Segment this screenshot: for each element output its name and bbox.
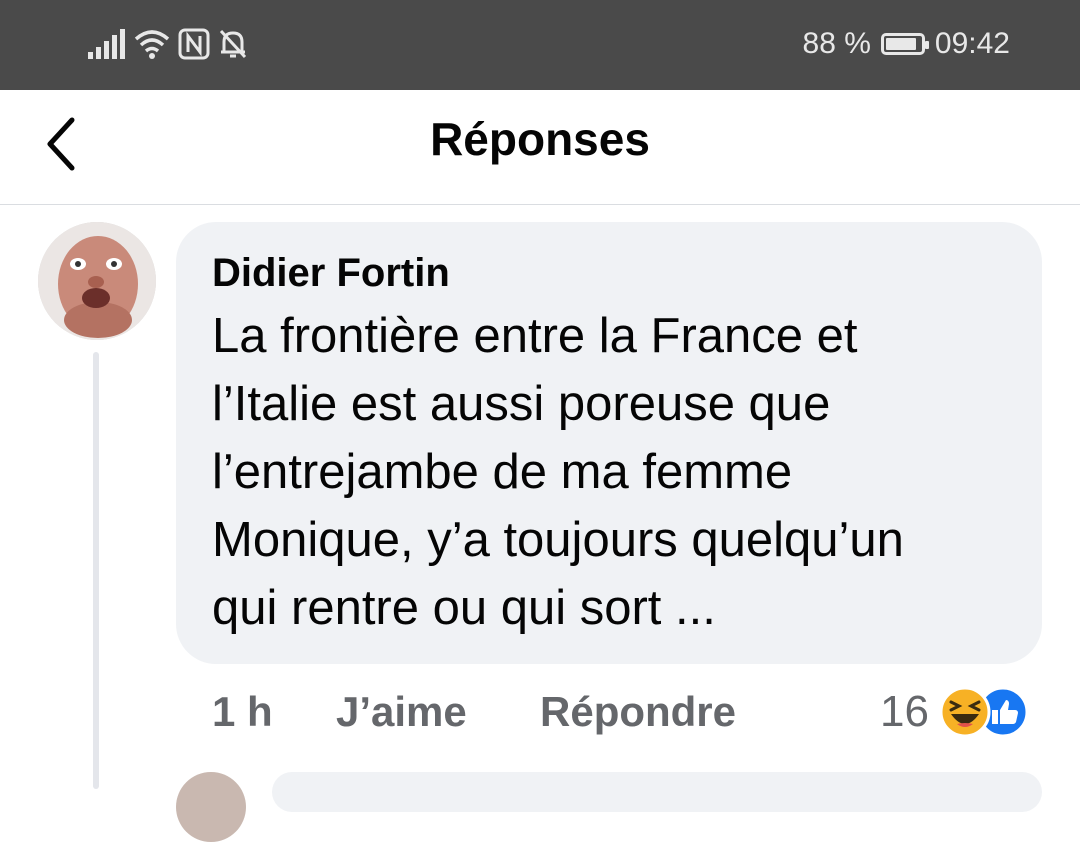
thread-line [93,352,99,789]
battery-percent: 88 % [802,27,871,60]
reaction-count: 16 [880,687,929,736]
nfc-icon [178,28,210,60]
reaction-icons [933,682,1043,742]
like-button[interactable]: J’aime [336,684,467,740]
next-reply-bubble[interactable] [272,772,1042,812]
avatar[interactable] [38,222,156,340]
battery-fill [885,38,916,50]
page-title: Réponses [430,113,650,165]
comment-text: La frontière entre la France et l’Italie… [212,309,904,635]
reply-button[interactable]: Répondre [540,684,736,740]
next-reply-avatar[interactable] [176,772,246,842]
status-icons-right: 88 % 09:42 [803,24,1010,64]
signal-icon [88,29,125,59]
comment-time[interactable]: 1 h [212,684,273,740]
reactions-summary[interactable]: 16 [880,682,1043,742]
wifi-icon [134,30,170,59]
status-bar: 88 % 09:42 [0,0,1080,90]
haha-reaction-icon [939,686,991,738]
clock: 09:42 [934,27,1010,60]
comment-bubble[interactable]: Didier Fortin La frontière entre la Fran… [176,222,1042,664]
battery-icon [880,33,929,55]
status-icons-left [88,24,248,64]
bell-off-icon [219,29,247,59]
app-header: Réponses [0,90,1080,205]
comment-author[interactable]: Didier Fortin [212,250,1006,296]
